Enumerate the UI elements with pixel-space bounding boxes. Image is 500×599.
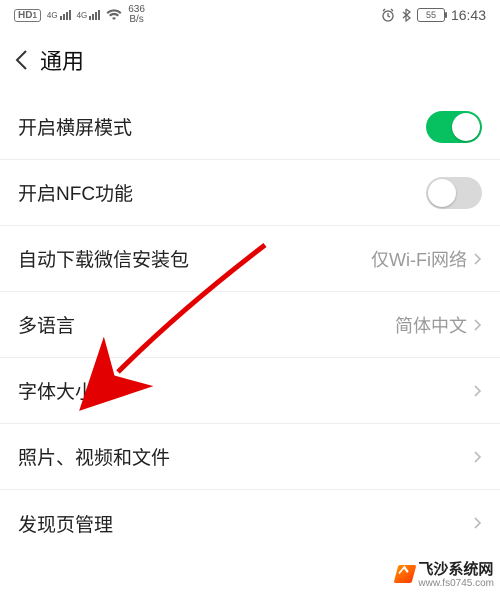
chevron-right-icon xyxy=(473,252,482,266)
chevron-right-icon xyxy=(473,516,482,530)
network-speed: 636 B/s xyxy=(128,5,145,25)
settings-list: 开启横屏模式 开启NFC功能 自动下载微信安装包 仅Wi-Fi网络 多语言 简体… xyxy=(0,94,500,556)
nav-header: 通用 xyxy=(0,30,500,94)
battery-icon: 55 xyxy=(417,8,445,22)
row-landscape-mode[interactable]: 开启横屏模式 xyxy=(0,94,500,160)
chevron-right-icon xyxy=(473,318,482,332)
status-right: 55 16:43 xyxy=(381,7,486,23)
row-label: 开启横屏模式 xyxy=(18,113,132,140)
row-label: 自动下载微信安装包 xyxy=(18,245,189,272)
row-font-size[interactable]: 字体大小 xyxy=(0,358,500,424)
clock-time: 16:43 xyxy=(451,7,486,23)
row-language[interactable]: 多语言 简体中文 xyxy=(0,292,500,358)
row-value: 仅Wi-Fi网络 xyxy=(371,246,482,272)
toggle-landscape[interactable] xyxy=(426,111,482,143)
row-label: 发现页管理 xyxy=(18,510,113,537)
row-value xyxy=(473,384,482,398)
row-value: 简体中文 xyxy=(395,312,482,338)
chevron-left-icon xyxy=(14,49,28,71)
row-media-files[interactable]: 照片、视频和文件 xyxy=(0,424,500,490)
bluetooth-icon xyxy=(401,8,411,22)
wifi-icon xyxy=(106,9,122,21)
page-title: 通用 xyxy=(40,44,84,76)
row-nfc[interactable]: 开启NFC功能 xyxy=(0,160,500,226)
signal-icon-b: 4G xyxy=(77,10,101,20)
row-value xyxy=(473,516,482,530)
watermark-icon xyxy=(394,565,417,583)
alarm-icon xyxy=(381,8,395,22)
row-value xyxy=(473,450,482,464)
status-left: HD1 4G 4G 636 B/s xyxy=(14,5,145,25)
row-label: 照片、视频和文件 xyxy=(18,443,170,470)
row-label: 开启NFC功能 xyxy=(18,179,133,206)
status-bar: HD1 4G 4G 636 B/s 55 16:43 xyxy=(0,0,500,30)
hd-badge: HD1 xyxy=(14,9,41,22)
row-label: 多语言 xyxy=(18,311,75,338)
signal-icon-a: 4G xyxy=(47,10,71,20)
watermark-url: www.fs0745.com xyxy=(418,579,494,589)
chevron-right-icon xyxy=(473,450,482,464)
row-auto-download[interactable]: 自动下载微信安装包 仅Wi-Fi网络 xyxy=(0,226,500,292)
row-label: 字体大小 xyxy=(18,377,94,404)
watermark-title: 飞沙系统网 xyxy=(418,561,493,578)
watermark: 飞沙系统网 www.fs0745.com xyxy=(396,558,494,589)
back-button[interactable] xyxy=(14,49,28,71)
row-discover-manage[interactable]: 发现页管理 xyxy=(0,490,500,556)
chevron-right-icon xyxy=(473,384,482,398)
toggle-nfc[interactable] xyxy=(426,177,482,209)
